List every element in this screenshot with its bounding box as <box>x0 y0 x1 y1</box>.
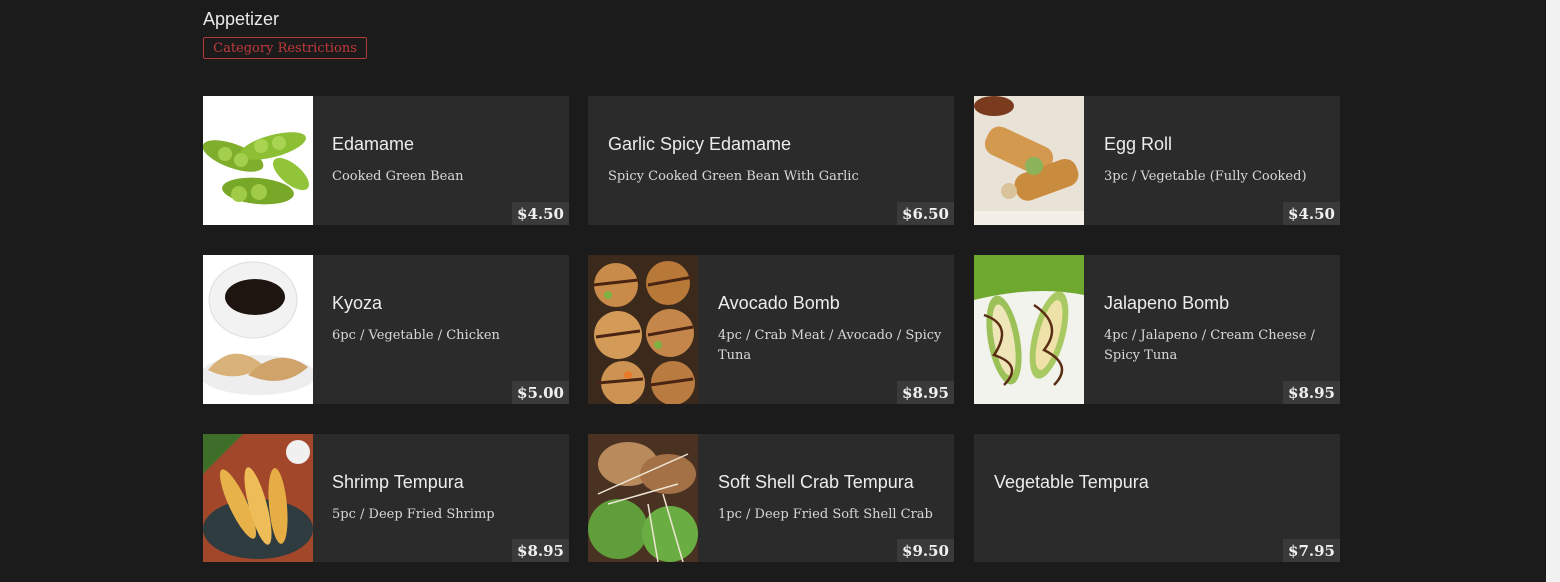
edamame-photo <box>203 96 313 225</box>
egg-roll-photo <box>974 96 1084 225</box>
item-name: Edamame <box>332 134 415 154</box>
menu-item-garlic-spicy-edamame[interactable]: Garlic Spicy Edamame Spicy Cooked Green … <box>588 96 954 225</box>
item-price: $8.95 <box>897 381 954 404</box>
item-description: 6pc / Vegetable / Chicken <box>332 328 500 343</box>
menu-item-edamame[interactable]: Edamame Cooked Green Bean $4.50 <box>203 96 569 225</box>
item-description: 1pc / Deep Fried Soft Shell Crab <box>718 507 933 522</box>
item-price: $9.50 <box>897 539 954 562</box>
item-name: Avocado Bomb <box>718 293 840 313</box>
menu-item-vegetable-tempura[interactable]: Vegetable Tempura $7.95 <box>974 434 1340 562</box>
item-name: Jalapeno Bomb <box>1104 293 1230 313</box>
item-price: $4.50 <box>1283 202 1340 225</box>
item-price: $8.95 <box>512 539 569 562</box>
item-description: 5pc / Deep Fried Shrimp <box>332 507 495 522</box>
item-price: $4.50 <box>512 202 569 225</box>
item-name: Vegetable Tempura <box>994 472 1149 492</box>
menu-item-avocado-bomb[interactable]: Avocado Bomb 4pc / Crab Meat / Avocado /… <box>588 255 954 404</box>
item-price: $6.50 <box>897 202 954 225</box>
menu-item-egg-roll[interactable]: Egg Roll 3pc / Vegetable (Fully Cooked) … <box>974 96 1340 225</box>
item-description: 4pc / Jalapeno / Cream Cheese / Spicy Tu… <box>1104 328 1315 363</box>
soft-shell-crab-photo <box>588 434 698 562</box>
item-price: $8.95 <box>1283 381 1340 404</box>
menu-item-soft-shell-crab-tempura[interactable]: Soft Shell Crab Tempura 1pc / Deep Fried… <box>588 434 954 562</box>
avocado-bomb-photo <box>588 255 698 404</box>
item-price: $5.00 <box>512 381 569 404</box>
item-description: 4pc / Crab Meat / Avocado / Spicy Tuna <box>718 328 942 363</box>
scrollbar-thumb[interactable] <box>1549 0 1557 582</box>
shrimp-tempura-photo <box>203 434 313 562</box>
item-name: Egg Roll <box>1104 134 1173 154</box>
item-description: Cooked Green Bean <box>332 169 464 184</box>
item-name: Shrimp Tempura <box>332 472 464 492</box>
item-description: 3pc / Vegetable (Fully Cooked) <box>1104 169 1307 184</box>
category-restrictions-button[interactable]: Category Restrictions <box>203 37 367 59</box>
item-name: Kyoza <box>332 293 383 313</box>
item-price: $7.95 <box>1283 539 1340 562</box>
item-name: Garlic Spicy Edamame <box>608 134 792 154</box>
jalapeno-bomb-photo <box>974 255 1084 404</box>
page-scrollbar[interactable] <box>1546 0 1560 582</box>
item-description: Spicy Cooked Green Bean With Garlic <box>608 169 859 184</box>
menu-item-kyoza[interactable]: Kyoza 6pc / Vegetable / Chicken $5.00 <box>203 255 569 404</box>
category-title: Appetizer <box>203 9 280 29</box>
menu-item-jalapeno-bomb[interactable]: Jalapeno Bomb 4pc / Jalapeno / Cream Che… <box>974 255 1340 404</box>
item-name: Soft Shell Crab Tempura <box>718 472 914 492</box>
gyoza-photo <box>203 255 313 404</box>
menu-item-shrimp-tempura[interactable]: Shrimp Tempura 5pc / Deep Fried Shrimp $… <box>203 434 569 562</box>
